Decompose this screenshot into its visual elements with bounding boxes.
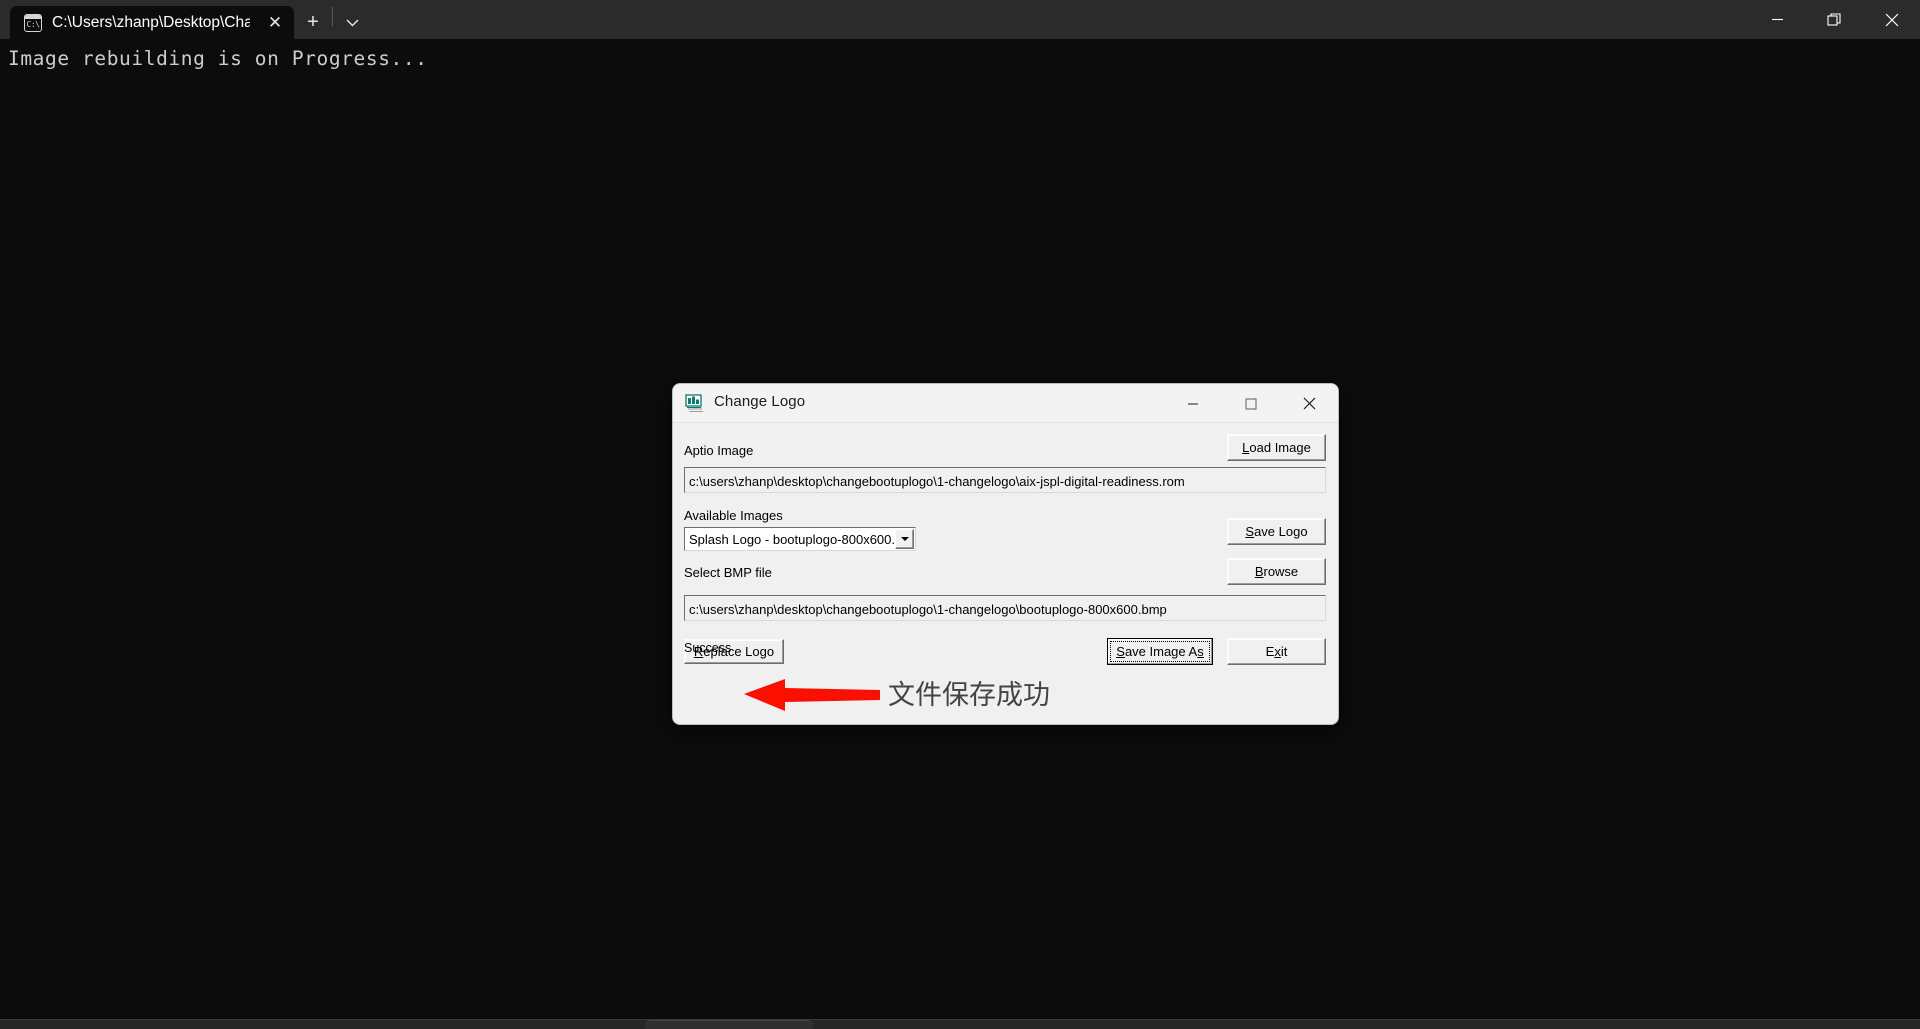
save-image-as-accel1: S <box>1116 644 1125 659</box>
terminal-titlebar: C:\ C:\Users\zhanp\Desktop\Chan ✕ + <box>0 0 1920 39</box>
close-icon[interactable] <box>1280 384 1338 423</box>
terminal-tabstrip: C:\ C:\Users\zhanp\Desktop\Chan ✕ + <box>0 0 371 39</box>
change-logo-dialog: Change Logo Aptio Image Load Image c:\us… <box>672 383 1339 725</box>
save-logo-label: ave Logo <box>1254 524 1308 539</box>
dialog-client-area: Aptio Image Load Image c:\users\zhanp\de… <box>673 423 1338 724</box>
maximize-icon[interactable] <box>1222 384 1280 423</box>
available-images-label: Available Images <box>684 508 783 523</box>
available-images-selected-value: Splash Logo - bootuplogo-800x600.bmp <box>689 531 895 547</box>
save-logo-accel: S <box>1245 524 1255 539</box>
exit-button[interactable]: Exit <box>1227 638 1326 665</box>
new-tab-button[interactable]: + <box>294 6 332 39</box>
replace-logo-accel: R <box>693 644 704 659</box>
change-logo-app-icon <box>685 394 705 414</box>
dialog-titlebar[interactable]: Change Logo <box>673 384 1338 423</box>
dialog-window-controls <box>1164 384 1338 423</box>
taskbar-app-pill[interactable] <box>645 1020 813 1029</box>
terminal-cmd-icon: C:\ <box>24 13 42 32</box>
select-bmp-label: Select BMP file <box>684 565 772 580</box>
browse-label: rowse <box>1263 564 1299 579</box>
minimize-icon[interactable] <box>1749 0 1806 39</box>
browse-button[interactable]: Browse <box>1227 558 1326 585</box>
terminal-window-controls <box>1749 0 1920 39</box>
save-image-as-button[interactable]: Save Image As <box>1107 638 1213 665</box>
minimize-icon[interactable] <box>1164 384 1222 423</box>
restore-icon[interactable] <box>1806 0 1863 39</box>
close-icon[interactable] <box>1863 0 1920 39</box>
save-image-as-accel2: s <box>1197 644 1204 659</box>
save-logo-button[interactable]: Save Logo <box>1227 518 1326 545</box>
load-image-button[interactable]: Load Image <box>1227 434 1326 461</box>
save-image-as-label: ave Image A <box>1124 644 1198 659</box>
terminal-output-line: Image rebuilding is on Progress... <box>8 47 428 70</box>
select-bmp-input[interactable]: c:\users\zhanp\desktop\changebootuplogo\… <box>684 595 1326 621</box>
chevron-down-icon[interactable] <box>895 529 914 549</box>
dialog-title: Change Logo <box>714 393 806 410</box>
aptio-image-label: Aptio Image <box>684 443 754 458</box>
taskbar <box>0 1019 1920 1029</box>
load-image-label: oad Image <box>1249 440 1311 455</box>
terminal-tab-title: C:\Users\zhanp\Desktop\Chan <box>52 13 250 31</box>
chevron-down-icon[interactable] <box>333 6 371 39</box>
available-images-dropdown[interactable]: Splash Logo - bootuplogo-800x600.bmp <box>684 527 916 551</box>
replace-logo-label: eplace Logo <box>703 644 775 659</box>
terminal-tab[interactable]: C:\ C:\Users\zhanp\Desktop\Chan ✕ <box>10 6 294 39</box>
exit-label-post: it <box>1280 644 1288 659</box>
aptio-image-input[interactable]: c:\users\zhanp\desktop\changebootuplogo\… <box>684 467 1326 493</box>
close-icon[interactable]: ✕ <box>260 9 290 37</box>
